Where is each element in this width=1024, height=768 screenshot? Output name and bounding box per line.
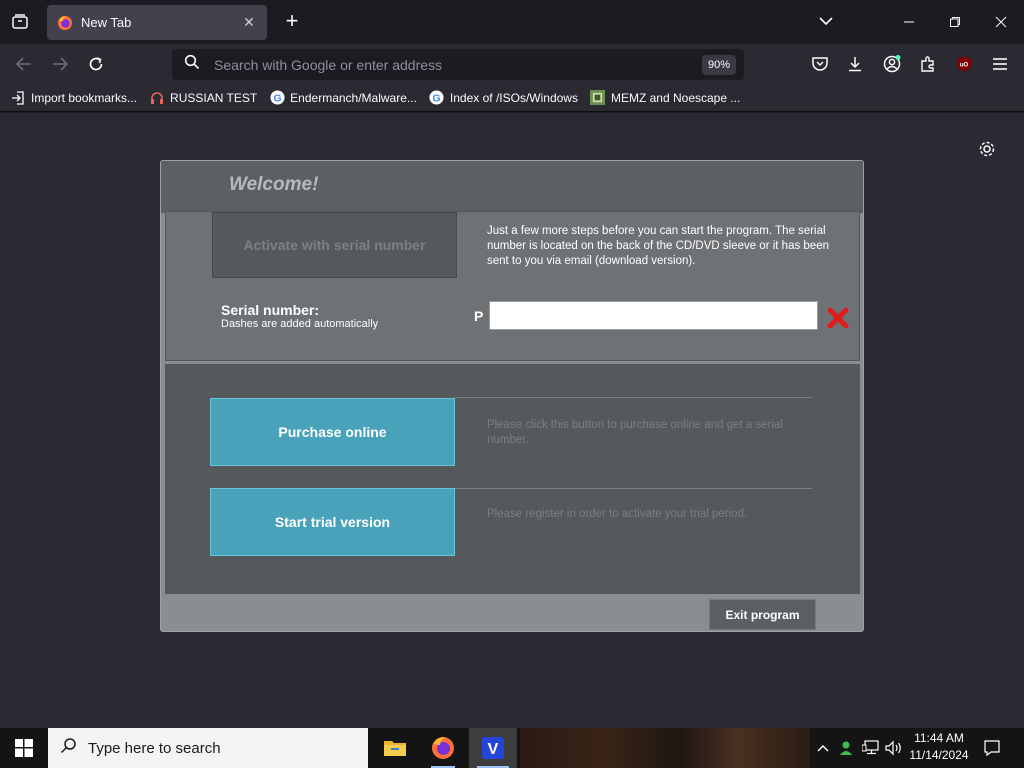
purchase-description: Please click this button to purchase onl… [487,419,783,446]
tab-list-icon[interactable] [8,10,32,34]
address-bar[interactable]: 90% [172,49,744,80]
hamburger-menu-icon[interactable] [988,52,1012,76]
tab-new-tab[interactable]: New Tab ✕ [47,5,267,40]
tab-bar: New Tab ✕ + [0,0,1024,44]
navigation-toolbar: 90% uO [0,44,1024,84]
ublock-origin-icon[interactable]: uO [952,52,976,76]
page-content: Welcome! Activate with serial number Jus… [0,113,1024,728]
dialog-header: Welcome! [161,161,863,213]
file-explorer-icon[interactable] [371,728,419,768]
trial-description: Please register in order to activate you… [487,508,748,520]
google-icon: G [269,90,285,106]
google-icon: G [429,90,445,106]
minimize-button[interactable] [886,0,932,44]
activate-serial-tab[interactable]: Activate with serial number [212,212,457,278]
bookmark-import[interactable]: Import bookmarks... [10,90,137,106]
start-trial-button[interactable]: Start trial version [210,488,455,556]
bookmark-label: RUSSIAN TEST [170,90,258,105]
notifications-icon[interactable] [978,728,1006,768]
extensions-icon[interactable] [916,52,940,76]
firefox-icon [57,15,73,31]
activation-dialog: Welcome! Activate with serial number Jus… [160,160,864,632]
memz-icon [590,90,606,106]
chevron-up-icon[interactable] [812,728,834,768]
taskbar-search-box[interactable]: Type here to search [48,728,368,768]
firefox-taskbar-icon[interactable] [419,728,467,768]
exit-program-button[interactable]: Exit program [709,599,816,630]
download-icon[interactable] [843,52,867,76]
user-status-icon[interactable] [836,728,858,768]
bookmarks-toolbar: Import bookmarks... RUSSIAN TEST G Ender… [0,84,1024,112]
bookmark-memz[interactable]: MEMZ and Noescape ... [590,90,740,106]
system-clock[interactable]: 11:44 AM 11/14/2024 [905,730,973,764]
bookmark-russian-test[interactable]: RUSSIAN TEST [149,90,257,106]
serial-prefix: P [474,308,484,324]
dialog-footer: Exit program [161,596,863,631]
zoom-level-badge[interactable]: 90% [701,55,736,75]
clock-time: 11:44 AM [914,731,964,745]
reload-icon[interactable] [83,52,109,76]
taskbar: Type here to search V 11:44 AM 11/14/202… [0,728,1024,768]
svg-text:G: G [433,93,441,104]
pocket-icon[interactable] [808,52,832,76]
svg-text:V: V [488,741,499,758]
actions-panel: Purchase online Please click this button… [165,364,860,594]
forward-arrow-icon[interactable] [47,52,73,76]
serial-hint-text: Dashes are added automatically [221,318,379,330]
back-arrow-icon[interactable] [11,52,37,76]
search-icon [60,737,78,759]
bookmark-label: Index of /ISOs/Windows [449,90,578,105]
bookmark-label: Import bookmarks... [31,90,138,105]
headphones-icon [149,90,165,106]
network-icon[interactable] [860,728,882,768]
serial-number-label: Serial number: [221,302,320,318]
purchase-online-button[interactable]: Purchase online [210,398,455,466]
divider [455,397,812,398]
bookmark-label: Endermanch/Malware... [290,90,417,105]
serial-number-input[interactable] [489,301,818,330]
bookmark-label: MEMZ and Noescape ... [610,90,741,105]
tab-title: New Tab [81,15,132,30]
new-tab-button[interactable]: + [280,10,304,34]
svg-text:uO: uO [960,63,969,69]
chevron-down-icon[interactable] [814,12,838,32]
serial-panel: Activate with serial number Just a few m… [165,211,860,361]
bookmark-index-isos[interactable]: G Index of /ISOs/Windows [429,90,578,106]
close-tab-icon[interactable]: ✕ [241,14,257,31]
close-window-button[interactable] [978,0,1024,44]
search-icon [184,54,200,75]
bookmark-endermanch[interactable]: G Endermanch/Malware... [269,90,417,106]
welcome-title: Welcome! [229,174,319,195]
clear-serial-icon[interactable] [826,306,850,330]
gear-icon[interactable] [977,139,997,159]
clock-date: 11/14/2024 [909,748,969,762]
volume-icon[interactable] [883,728,905,768]
serial-info-text: Just a few more steps before you can sta… [487,225,829,267]
url-input[interactable] [214,56,744,73]
taskbar-search-placeholder: Type here to search [88,739,221,757]
restore-button[interactable] [932,0,978,44]
account-icon[interactable] [880,52,904,76]
divider [455,488,812,489]
svg-text:G: G [273,93,281,104]
taskbar-wallpaper-strip [520,728,810,768]
import-icon [10,90,26,106]
windows-start-icon[interactable] [0,728,48,768]
v-app-icon[interactable]: V [469,728,517,768]
